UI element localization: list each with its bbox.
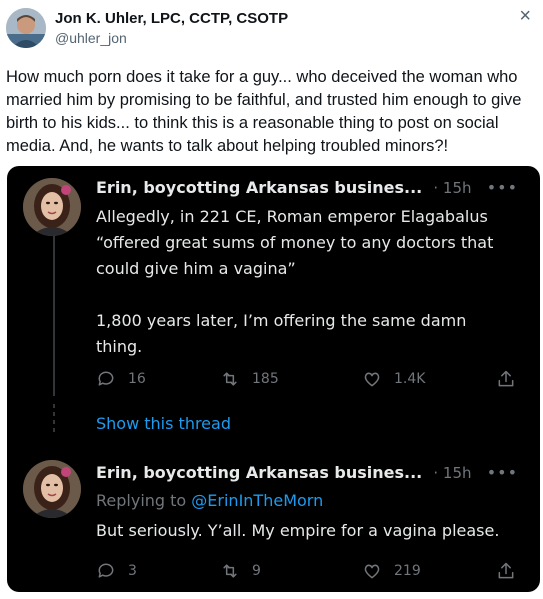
show-thread-link[interactable]: Show this thread (96, 414, 231, 433)
author-name[interactable]: Erin, boycotting Arkansas busines... (96, 178, 422, 197)
like-count: 219 (394, 563, 421, 579)
reply-icon (98, 563, 114, 578)
retweet-button[interactable]: 185 (220, 368, 279, 390)
retweet-button[interactable]: 9 (220, 560, 261, 582)
retweet-icon (223, 372, 237, 386)
reply-button[interactable]: 16 (96, 368, 146, 390)
thread-line (53, 236, 55, 396)
avatar[interactable] (23, 178, 81, 236)
avatar[interactable] (23, 460, 81, 518)
like-count: 1.4K (394, 371, 426, 387)
reply-count: 16 (128, 371, 146, 387)
author-handle[interactable]: @uhler_jon (55, 30, 127, 46)
retweet-icon (223, 564, 237, 578)
close-icon[interactable]: × (519, 6, 531, 26)
like-button[interactable]: 1.4K (362, 368, 425, 390)
retweet-count: 9 (252, 563, 261, 579)
reply-button[interactable]: 3 (96, 560, 137, 582)
share-button[interactable] (496, 560, 528, 582)
more-icon[interactable]: ••• (487, 463, 518, 482)
reply-icon (98, 371, 114, 386)
avatar[interactable] (6, 8, 46, 48)
like-icon (364, 372, 380, 387)
outer-tweet-header: Jon K. Uhler, LPC, CCTP, CSOTP @uhler_jo… (0, 0, 543, 60)
replying-to: Replying to @ErinInTheMorn (96, 491, 323, 510)
tweet-text: How much porn does it take for a guy... … (6, 68, 522, 155)
like-icon (364, 564, 380, 579)
embedded-tweet-screenshot: Erin, boycotting Arkansas busines... · 1… (7, 166, 540, 592)
tweet-header: Erin, boycotting Arkansas busines... · 1… (96, 463, 472, 482)
author-name[interactable]: Jon K. Uhler, LPC, CCTP, CSOTP (55, 10, 288, 27)
tweet-text: But seriously. Y’all. My empire for a va… (96, 521, 500, 540)
tweet-text: Allegedly, in 221 CE, Roman emperor Elag… (96, 207, 494, 356)
tweet-header: Erin, boycotting Arkansas busines... · 1… (96, 178, 472, 197)
more-icon[interactable]: ••• (487, 178, 518, 197)
share-button[interactable] (496, 368, 528, 390)
retweet-count: 185 (252, 371, 279, 387)
share-icon (498, 370, 514, 387)
mention-link[interactable]: @ErinInTheMorn (191, 491, 323, 510)
timestamp[interactable]: · 15h (433, 179, 471, 197)
replying-prefix: Replying to (96, 491, 187, 510)
tweet-actions: 3 9 219 (96, 560, 516, 582)
author-name[interactable]: Erin, boycotting Arkansas busines... (96, 463, 422, 482)
tweet-actions: 16 185 1.4K (96, 368, 516, 390)
timestamp[interactable]: · 15h (433, 464, 471, 482)
like-button[interactable]: 219 (362, 560, 421, 582)
share-icon (498, 562, 514, 579)
thread-dots (53, 404, 55, 434)
reply-count: 3 (128, 563, 137, 579)
